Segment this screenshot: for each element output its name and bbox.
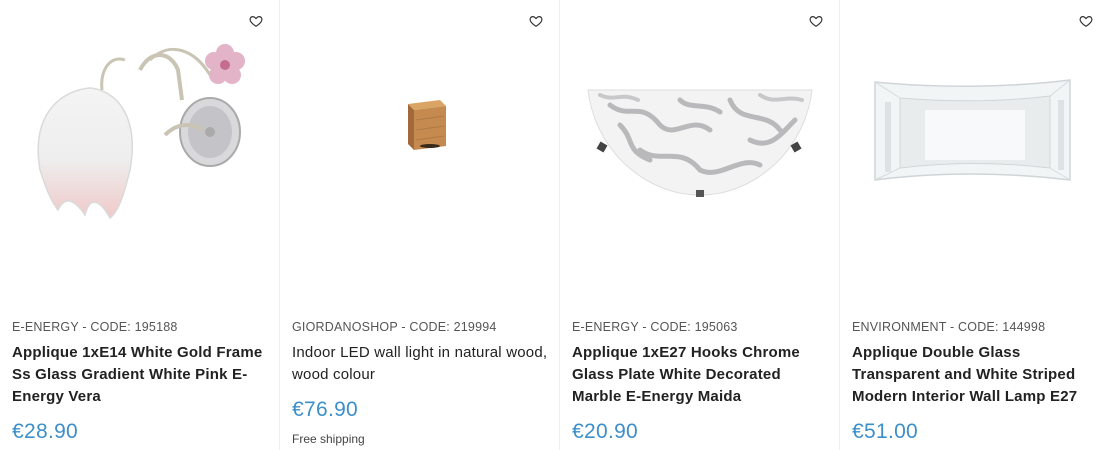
product-info: E-ENERGY - CODE: 195188 Applique 1xE14 W… bbox=[12, 320, 271, 444]
product-price: €51.00 bbox=[852, 420, 919, 443]
brand-code: E-ENERGY - CODE: 195063 bbox=[572, 320, 738, 334]
shipping-label: Free shipping bbox=[292, 432, 365, 446]
marble-half-bowl-lamp-image[interactable] bbox=[560, 30, 839, 300]
heart-outline-icon[interactable] bbox=[809, 14, 825, 30]
product-title[interactable]: Applique 1xE27 Hooks Chrome Glass Plate … bbox=[572, 342, 831, 408]
product-card[interactable]: E-ENERGY - CODE: 195188 Applique 1xE14 W… bbox=[0, 0, 280, 450]
glass-panel-wall-lamp-image[interactable] bbox=[840, 30, 1109, 300]
product-price: €76.90 bbox=[292, 398, 359, 421]
heart-outline-icon[interactable] bbox=[249, 14, 265, 30]
brand-code: E-ENERGY - CODE: 195188 bbox=[12, 320, 178, 334]
brand-code: ENVIRONMENT - CODE: 144998 bbox=[852, 320, 1046, 334]
heart-outline-icon[interactable] bbox=[1079, 14, 1095, 30]
product-info: GIORDANOSHOP - CODE: 219994 Indoor LED w… bbox=[292, 320, 551, 446]
brand-code: GIORDANOSHOP - CODE: 219994 bbox=[292, 320, 497, 334]
product-info: ENVIRONMENT - CODE: 144998 Applique Doub… bbox=[852, 320, 1101, 444]
product-title[interactable]: Applique Double Glass Transparent and Wh… bbox=[852, 342, 1101, 408]
tulip-wall-lamp-image[interactable] bbox=[0, 30, 279, 300]
product-info: E-ENERGY - CODE: 195063 Applique 1xE27 H… bbox=[572, 320, 831, 444]
product-title[interactable]: Indoor LED wall light in natural wood, w… bbox=[292, 342, 551, 386]
product-card[interactable]: E-ENERGY - CODE: 195063 Applique 1xE27 H… bbox=[560, 0, 840, 450]
product-grid: E-ENERGY - CODE: 195188 Applique 1xE14 W… bbox=[0, 0, 1109, 450]
product-card[interactable]: ENVIRONMENT - CODE: 144998 Applique Doub… bbox=[840, 0, 1109, 450]
product-card[interactable]: GIORDANOSHOP - CODE: 219994 Indoor LED w… bbox=[280, 0, 560, 450]
heart-outline-icon[interactable] bbox=[529, 14, 545, 30]
product-price: €28.90 bbox=[12, 420, 79, 443]
product-price: €20.90 bbox=[572, 420, 639, 443]
product-title[interactable]: Applique 1xE14 White Gold Frame Ss Glass… bbox=[12, 342, 271, 408]
wood-cube-wall-light-image[interactable] bbox=[280, 30, 559, 300]
